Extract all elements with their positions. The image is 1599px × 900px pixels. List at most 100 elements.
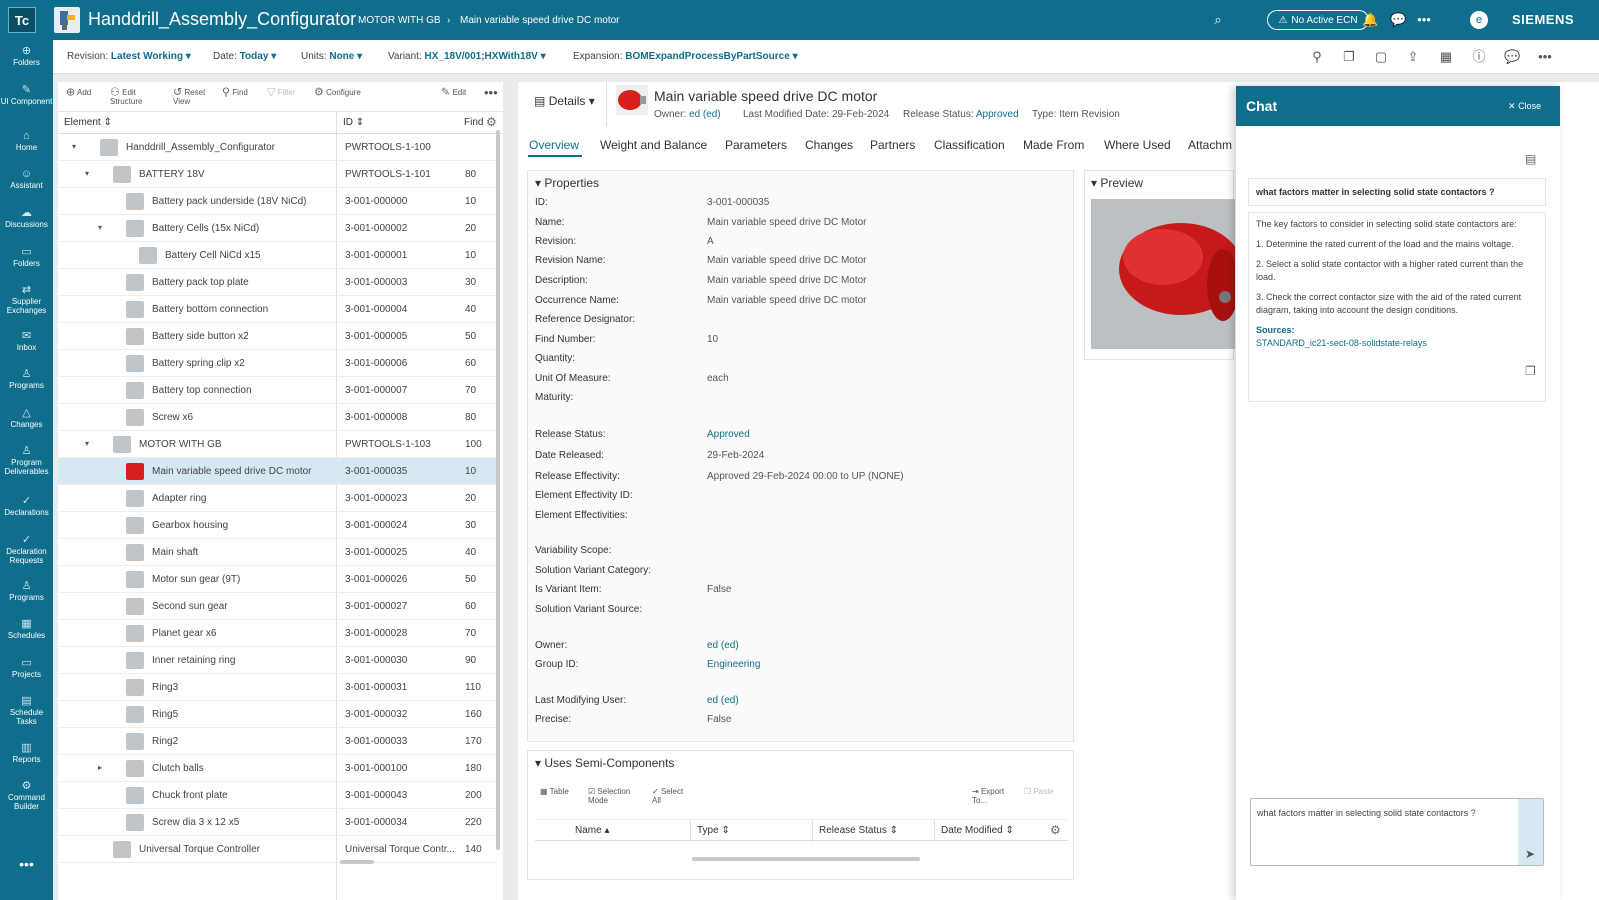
sidebar-item-command-builder[interactable]: ⚙ Command Builder (0, 780, 53, 811)
property-value[interactable]: ed (ed) (707, 695, 739, 706)
column-header-name[interactable]: Name ▴ (575, 825, 610, 836)
paste-button[interactable]: ❐ Paste (1024, 787, 1054, 796)
more-icon[interactable]: ••• (0, 857, 53, 871)
sidebar-item-supplier-exchanges[interactable]: ⇄ Supplier Exchanges (0, 284, 53, 315)
tree-row[interactable]: Screw dia 3 x 12 x5 3-001-000034 220 (58, 809, 496, 836)
property-value[interactable]: Engineering (707, 659, 760, 670)
preview-header[interactable]: ▾ Preview (1091, 176, 1143, 190)
sidebar-item-home[interactable]: ⌂ Home (0, 130, 53, 152)
sidebar-item-ui-component[interactable]: ✎ UI Component (0, 84, 53, 106)
layout-icon[interactable]: ▦ (1438, 49, 1454, 65)
sidebar-item-folders-2[interactable]: ▭ Folders (0, 246, 53, 268)
tree-row[interactable]: Battery side button x2 3-001-000005 50 (58, 323, 496, 350)
sidebar-item-declaration-requests[interactable]: ✓ Declaration Requests (0, 534, 53, 565)
sidebar-item-projects[interactable]: ▭ Projects (0, 657, 53, 679)
column-header-type[interactable]: Type ⇕ (697, 825, 730, 836)
semi-components-header[interactable]: ▾ Uses Semi-Components (535, 756, 674, 770)
tab-partners[interactable]: Partners (870, 138, 915, 152)
edit-structure-button[interactable]: ⚇ Edit Structure (110, 87, 165, 107)
share-icon[interactable]: ⚲ (1309, 49, 1325, 65)
sidebar-item-changes[interactable]: △ Changes (0, 407, 53, 429)
tab-parameters[interactable]: Parameters (725, 138, 787, 152)
configure-button[interactable]: ⚙ Configure (314, 87, 361, 98)
tab-changes[interactable]: Changes (805, 138, 853, 152)
sidebar-item-schedule-tasks[interactable]: ▤ Schedule Tasks (0, 695, 53, 726)
more-icon[interactable]: ••• (1416, 12, 1432, 28)
collapse-icon[interactable]: ▾ (98, 223, 102, 232)
tree-row[interactable]: Screw x6 3-001-000008 80 (58, 404, 496, 431)
gear-icon[interactable]: ⚙ (1050, 823, 1061, 837)
info-icon[interactable]: ⓘ (1471, 49, 1487, 65)
collapse-icon[interactable]: ▾ (85, 169, 89, 178)
select-all-button[interactable]: ✓ Select All (652, 787, 692, 805)
search-icon[interactable]: ⌕ (1210, 12, 1226, 28)
find-button[interactable]: ⚲ Find (222, 87, 248, 98)
sidebar-item-programs-2[interactable]: ♙ Programs (0, 580, 53, 602)
more-icon[interactable]: ••• (484, 86, 498, 99)
tree-row[interactable]: Gearbox housing 3-001-000024 30 (58, 512, 496, 539)
sidebar-item-discussions[interactable]: ☁ Discussions (0, 207, 53, 229)
add-button[interactable]: ⊕ Add (66, 87, 91, 98)
tree-row[interactable]: ▾ MOTOR WITH GB PWRTOOLS-1-103 100 (58, 431, 496, 458)
clipboard-icon[interactable]: ▤ (1525, 152, 1536, 166)
copy-icon[interactable]: ❐ (1525, 365, 1536, 378)
tab-weight-and-balance[interactable]: Weight and Balance (600, 138, 707, 152)
tree-row[interactable]: Motor sun gear (9T) 3-001-000026 50 (58, 566, 496, 593)
property-value[interactable]: Approved (707, 429, 750, 440)
export-icon[interactable]: ⇪ (1405, 49, 1421, 65)
tree-row[interactable]: Ring2 3-001-000033 170 (58, 728, 496, 755)
motor-preview-image[interactable] (1091, 199, 1235, 349)
export-button[interactable]: ⇥ Export To... (972, 787, 1017, 805)
tree-row[interactable]: Battery pack underside (18V NiCd) 3-001-0… (58, 188, 496, 215)
table-view-button[interactable]: ▦ Table (540, 787, 569, 796)
page-title[interactable]: Handdrill_Assembly_Configurator (88, 9, 356, 30)
tree-row[interactable]: Ring5 3-001-000032 160 (58, 701, 496, 728)
tree-row[interactable]: ▾ BATTERY 18V PWRTOOLS-1-101 80 (58, 161, 496, 188)
chat-icon[interactable]: 💬 (1390, 12, 1406, 28)
tab-overview[interactable]: Overview (529, 138, 579, 152)
tree-row[interactable]: Adapter ring 3-001-000023 20 (58, 485, 496, 512)
chat-input[interactable]: what factors matter in selecting solid s… (1250, 798, 1544, 866)
tab-where-used[interactable]: Where Used (1104, 138, 1171, 152)
sidebar-item-assistant[interactable]: ☺ Assistant (0, 168, 53, 190)
tab-classification[interactable]: Classification (934, 138, 1005, 152)
discussion-icon[interactable]: 💬 (1504, 49, 1520, 65)
sidebar-item-schedules[interactable]: ▦ Schedules (0, 618, 53, 640)
edit-button[interactable]: ✎ Edit (441, 87, 466, 98)
sidebar-item-inbox[interactable]: ✉ Inbox (0, 330, 53, 352)
tree-row[interactable]: Battery top connection 3-001-000007 70 (58, 377, 496, 404)
variant-selector[interactable]: Variant: HX_18V/001;HXWith18V ▾ (388, 51, 546, 62)
tab-made-from[interactable]: Made From (1023, 138, 1084, 152)
tree-row[interactable]: Planet gear x6 3-001-000028 70 (58, 620, 496, 647)
ecn-status-button[interactable]: ⚠ No Active ECN (1267, 10, 1369, 30)
tree-row[interactable]: Ring3 3-001-000031 110 (58, 674, 496, 701)
sidebar-item-programs[interactable]: ♙ Programs (0, 368, 53, 390)
units-selector[interactable]: Units: None ▾ (301, 51, 362, 62)
reset-view-button[interactable]: ↺ Reset View (173, 87, 213, 107)
copy-icon[interactable]: ❐ (1341, 49, 1357, 65)
tree-row[interactable]: Second sun gear 3-001-000027 60 (58, 593, 496, 620)
paste-icon[interactable]: ▢ (1373, 49, 1389, 65)
filter-button[interactable]: ▽ Filter (267, 87, 295, 98)
gear-icon[interactable]: ⚙ (486, 115, 497, 129)
tree-row[interactable]: ▾ Handdrill_Assembly_Configurator PWRTOOLS… (58, 134, 496, 161)
bell-icon[interactable]: 🔔 (1362, 12, 1378, 28)
source-link[interactable]: STANDARD_ic21-sect-08-solidstate-relays (1256, 337, 1538, 350)
column-header-element[interactable]: Element ⇕ (64, 117, 112, 128)
avatar[interactable]: e (1470, 11, 1488, 29)
tree-row[interactable]: ▾ Battery Cells (15x NiCd) 3-001-000002 20 (58, 215, 496, 242)
send-button[interactable]: ➤ (1518, 799, 1543, 865)
column-header-release-status[interactable]: Release Status ⇕ (819, 825, 898, 836)
tree-scrollbar[interactable] (496, 130, 500, 850)
sidebar-item-reports[interactable]: ▥ Reports (0, 742, 53, 764)
more-icon[interactable]: ••• (1537, 49, 1553, 65)
tree-row[interactable]: Battery pack top plate 3-001-000003 30 (58, 269, 496, 296)
owner-meta-value[interactable]: ed (ed) (689, 109, 721, 120)
tree-horizontal-scrollbar[interactable] (340, 860, 374, 864)
tree-row[interactable]: Inner retaining ring 3-001-000030 90 (58, 647, 496, 674)
collapse-icon[interactable]: ▾ (72, 142, 76, 151)
sidebar-item-program-deliverables[interactable]: ♙ Program Deliverables (0, 445, 53, 476)
semi-scrollbar[interactable] (692, 857, 920, 861)
properties-header[interactable]: ▾ Properties (535, 176, 599, 190)
breadcrumb-current[interactable]: Main variable speed drive DC motor (460, 15, 620, 26)
